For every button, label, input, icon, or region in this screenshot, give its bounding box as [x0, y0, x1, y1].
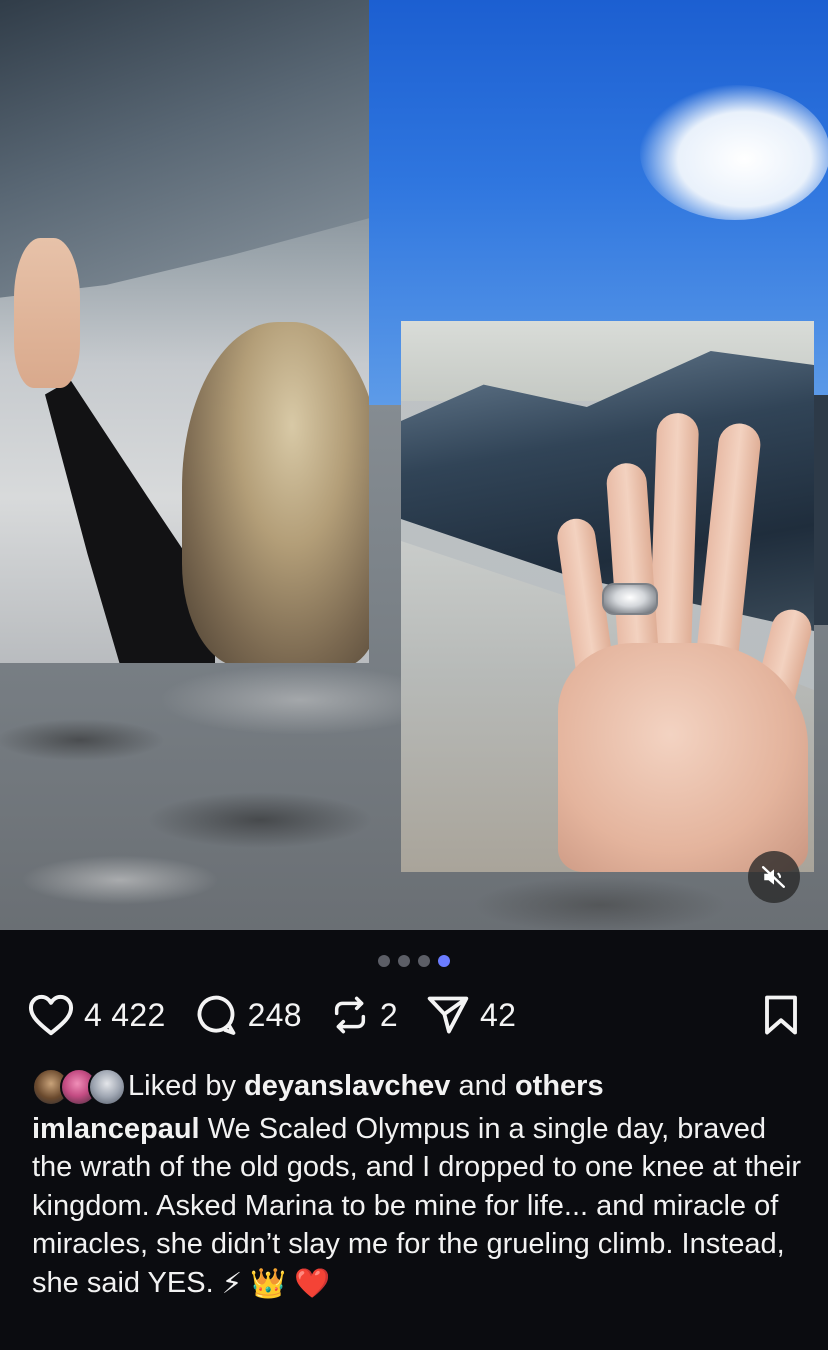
speaker-muted-icon	[761, 866, 785, 888]
hand-with-ring	[554, 412, 814, 872]
liker-avatars	[32, 1067, 126, 1106]
share-button[interactable]: 42	[426, 994, 516, 1036]
carousel-dot	[378, 955, 390, 967]
action-bar: 4 422 248 2 42	[28, 992, 800, 1038]
comment-bubble-icon	[197, 995, 235, 1035]
liked-by-and: and	[458, 1069, 507, 1102]
liker-username[interactable]: deyanslavchev	[244, 1070, 450, 1103]
engagement-ring	[602, 583, 658, 615]
carousel-dot-active	[438, 955, 450, 967]
heart-icon	[28, 994, 74, 1036]
avatar	[88, 1068, 126, 1106]
like-count: 4 422	[84, 996, 166, 1033]
comment-button[interactable]: 248	[194, 993, 302, 1037]
liked-by-row[interactable]: Liked by deyanslavchev and others	[32, 1066, 604, 1106]
repost-count: 2	[379, 996, 398, 1033]
caption-emoji: ⚡ 👑 ❤️	[221, 1267, 331, 1300]
carousel-indicator	[0, 955, 828, 967]
share-count: 42	[479, 996, 517, 1033]
liked-by-prefix: Liked by	[128, 1069, 237, 1102]
bookmark-icon	[765, 995, 797, 1035]
mute-button[interactable]	[748, 851, 800, 903]
liked-by-others[interactable]: others	[515, 1070, 604, 1103]
photo-ring-hand	[401, 321, 814, 872]
save-button[interactable]	[762, 994, 800, 1041]
repost-icon	[334, 996, 365, 1034]
raised-hand	[14, 238, 80, 388]
post-caption: imlancepaul We Scaled Olympus in a singl…	[32, 1110, 802, 1303]
comment-count: 248	[247, 996, 302, 1033]
send-icon	[427, 996, 469, 1034]
palm	[558, 643, 808, 872]
photo-woman-raising-hand	[0, 0, 369, 663]
author-username[interactable]: imlancepaul	[32, 1113, 200, 1145]
post-media[interactable]	[0, 0, 828, 930]
blonde-hair	[182, 322, 369, 663]
index-finger	[695, 421, 763, 665]
repost-button[interactable]: 2	[330, 993, 398, 1037]
carousel-dot	[398, 955, 410, 967]
carousel-dot	[418, 955, 430, 967]
like-button[interactable]: 4 422	[28, 994, 166, 1036]
cloud	[640, 85, 828, 220]
